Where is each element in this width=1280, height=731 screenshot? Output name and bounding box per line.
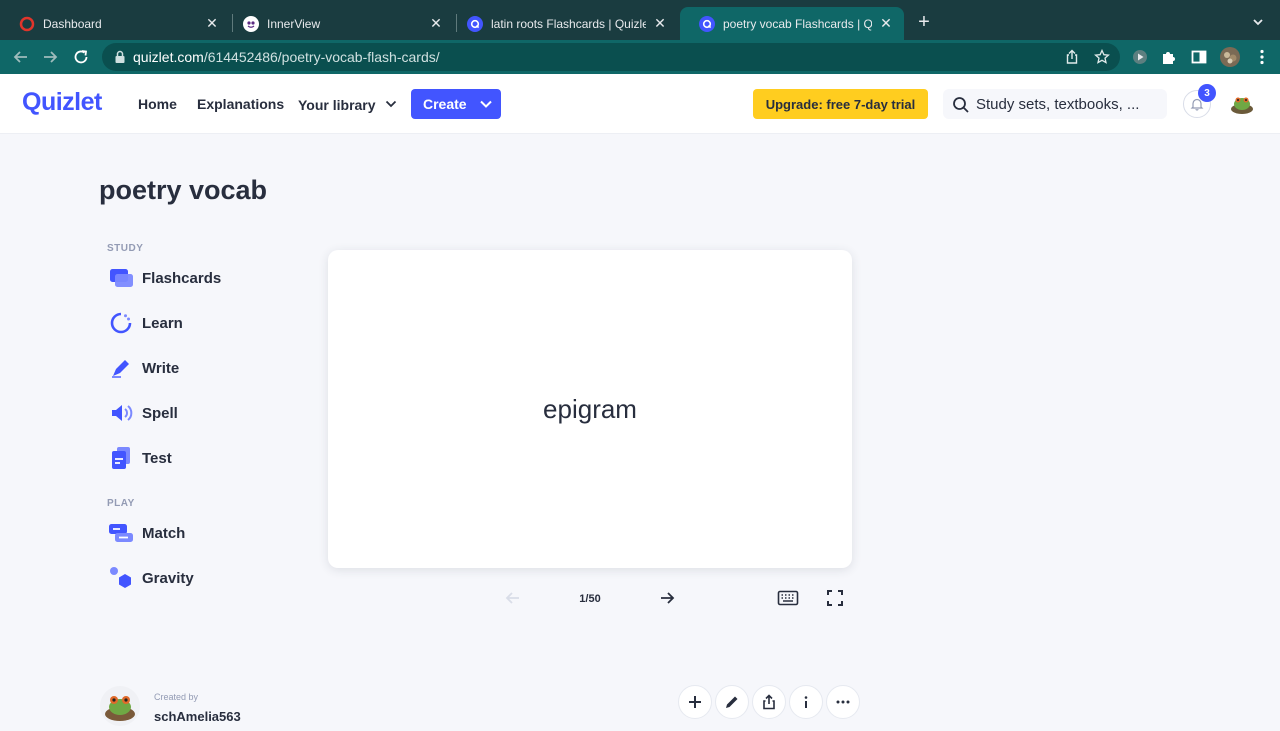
star-icon[interactable] — [1094, 48, 1110, 65]
mode-match[interactable]: Match — [108, 520, 185, 546]
tab-search-chevron-icon[interactable] — [1250, 14, 1266, 30]
write-icon — [108, 355, 134, 381]
nav-your-library-label: Your library — [298, 97, 376, 113]
more-options-button[interactable] — [826, 685, 860, 719]
new-tab-plus-icon[interactable]: + — [914, 12, 934, 32]
set-title: poetry vocab — [99, 175, 268, 205]
mode-test[interactable]: Test — [108, 445, 172, 471]
flashcards-icon — [108, 265, 134, 291]
nav-home[interactable]: Home — [138, 96, 177, 112]
add-to-folder-button[interactable] — [678, 685, 712, 719]
extensions-icon[interactable] — [1160, 48, 1178, 66]
creator-name[interactable]: schAmelia563 — [154, 709, 241, 724]
back-arrow-icon[interactable] — [11, 47, 31, 67]
reload-icon[interactable] — [71, 47, 91, 67]
tab-title: poetry vocab Flashcards | Quizlet — [723, 16, 872, 31]
browser-tab-innerview[interactable]: InnerView ✕ — [224, 7, 454, 40]
quizlet-favicon-icon — [699, 15, 715, 32]
pencil-icon — [726, 696, 738, 708]
flashcard[interactable]: epigram — [328, 250, 852, 568]
url-text: quizlet.com/614452486/poetry-vocab-flash… — [133, 49, 440, 65]
mode-learn[interactable]: Learn — [108, 310, 183, 336]
mode-label: Test — [142, 449, 172, 467]
site-header: Quizlet Home Explanations Your library C… — [0, 74, 1280, 134]
create-button[interactable]: Create — [411, 89, 501, 119]
extension-puzzle-color-icon[interactable] — [1131, 48, 1149, 66]
tab-title: Dashboard — [43, 16, 102, 31]
more-icon — [836, 700, 850, 704]
browser-tab-latin-roots[interactable]: latin roots Flashcards | Quizlet ✕ — [448, 7, 678, 40]
search-icon — [953, 97, 969, 113]
browser-toolbar: quizlet.com/614452486/poetry-vocab-flash… — [0, 40, 1280, 74]
play-section-label: PLAY — [107, 498, 135, 509]
search-input[interactable] — [976, 93, 1160, 115]
edit-button[interactable] — [715, 685, 749, 719]
search-bar[interactable] — [943, 89, 1167, 119]
mode-gravity[interactable]: Gravity — [108, 565, 194, 591]
previous-card-arrow-icon[interactable] — [503, 588, 523, 613]
mode-label: Spell — [142, 404, 178, 422]
card-counter: 1/50 — [579, 593, 601, 605]
mode-flashcards[interactable]: Flashcards — [108, 265, 221, 291]
share-button[interactable] — [752, 685, 786, 719]
learn-icon — [108, 310, 134, 336]
url-path: /614452486/poetry-vocab-flash-cards/ — [203, 49, 440, 65]
tab-title: InnerView — [267, 16, 321, 31]
chevron-down-icon — [385, 96, 397, 108]
close-tab-icon[interactable]: ✕ — [652, 15, 668, 32]
dashboard-favicon-icon — [19, 16, 35, 32]
chevron-down-icon — [479, 99, 493, 109]
study-section-label: STUDY — [107, 243, 144, 254]
address-bar[interactable]: quizlet.com/614452486/poetry-vocab-flash… — [102, 43, 1120, 71]
share-icon — [763, 694, 775, 710]
test-document-icon — [108, 445, 134, 471]
create-button-label: Create — [423, 96, 467, 112]
nav-your-library[interactable]: Your library — [298, 96, 397, 113]
mode-label: Flashcards — [142, 269, 222, 287]
created-by-label: Created by — [154, 692, 199, 702]
nav-explanations[interactable]: Explanations — [197, 96, 284, 112]
url-host: quizlet.com — [133, 49, 204, 65]
flashcard-term: epigram — [543, 393, 637, 424]
close-tab-icon[interactable]: ✕ — [878, 15, 894, 32]
browser-tab-dashboard[interactable]: Dashboard ✕ — [0, 7, 230, 40]
fullscreen-icon[interactable] — [826, 589, 844, 612]
spell-speaker-icon — [108, 400, 134, 426]
upgrade-button[interactable]: Upgrade: free 7-day trial — [753, 89, 928, 119]
mode-label: Write — [142, 359, 180, 377]
keyboard-shortcuts-icon[interactable] — [777, 589, 799, 612]
user-avatar[interactable] — [1229, 91, 1255, 117]
lock-icon[interactable] — [114, 50, 126, 64]
plus-icon — [689, 696, 701, 708]
share-icon[interactable] — [1064, 49, 1080, 65]
forward-arrow-icon[interactable] — [40, 47, 60, 67]
quizlet-favicon-icon — [467, 15, 483, 32]
profile-avatar[interactable] — [1219, 46, 1241, 68]
next-card-arrow-icon[interactable] — [657, 588, 677, 613]
close-tab-icon[interactable]: ✕ — [204, 15, 220, 32]
info-icon — [804, 696, 808, 708]
mode-label: Learn — [142, 314, 183, 332]
mode-label: Match — [142, 524, 186, 542]
mode-label: Gravity — [142, 569, 194, 587]
notification-count-badge: 3 — [1198, 84, 1216, 102]
info-button[interactable] — [789, 685, 823, 719]
mode-spell[interactable]: Spell — [108, 400, 178, 426]
match-icon — [108, 520, 134, 546]
sidebar-icon[interactable] — [1190, 48, 1208, 66]
close-tab-icon[interactable]: ✕ — [428, 15, 444, 32]
mode-write[interactable]: Write — [108, 355, 179, 381]
creator-avatar[interactable] — [100, 686, 140, 726]
browser-menu-icon[interactable] — [1253, 48, 1271, 66]
quizlet-logo[interactable]: Quizlet — [22, 88, 102, 117]
gravity-icon — [108, 565, 134, 591]
browser-tab-bar: Dashboard ✕ InnerView ✕ latin roots Flas… — [0, 0, 1280, 40]
tab-title: latin roots Flashcards | Quizlet — [491, 16, 646, 31]
browser-tab-poetry-vocab[interactable]: poetry vocab Flashcards | Quizlet ✕ — [680, 7, 904, 40]
innerview-favicon-icon — [243, 15, 259, 32]
